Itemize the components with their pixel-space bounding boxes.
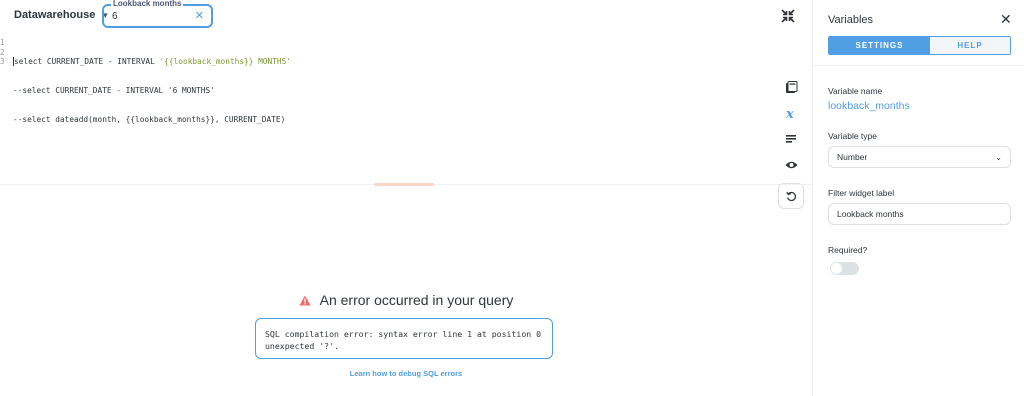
line-number: 2 (0, 47, 5, 57)
line-number: 1 (0, 38, 5, 47)
warning-icon (299, 295, 311, 305)
variable-filter-value[interactable]: 6 (112, 11, 118, 22)
error-message: SQL compilation error: syntax error line… (255, 318, 553, 359)
database-name: Datawarehouse (14, 9, 96, 21)
error-title: An error occurred in your query (319, 292, 514, 308)
sql-editor[interactable]: 1 2 3 select CURRENT_DATE - INTERVAL '{{… (0, 34, 812, 209)
code-string: '{{lookback_months}} MONTHS' (159, 57, 291, 67)
variables-icon[interactable]: x (778, 100, 804, 126)
chevron-down-icon: ⌄ (995, 152, 1002, 162)
variable-name-label: Variable name (828, 86, 883, 96)
collapse-editor-icon[interactable] (780, 8, 796, 24)
preview-eye-icon[interactable] (778, 152, 804, 178)
sidebar-title: Variables (828, 14, 874, 26)
variable-filter-widget[interactable]: Lookback months 6 ✕ (102, 0, 213, 28)
variable-name-value: lookback_months (828, 100, 910, 112)
data-reference-icon[interactable] (778, 74, 804, 100)
code-line: --select CURRENT_DATE - INTERVAL '6 MONT… (13, 86, 291, 96)
code-text: --select dateadd(month, {{lookback_month… (13, 114, 286, 124)
tab-settings[interactable]: SETTINGS (829, 37, 930, 54)
sidebar-divider (813, 65, 1024, 66)
error-heading: An error occurred in your query (0, 292, 812, 308)
svg-text:x: x (785, 107, 794, 120)
required-toggle[interactable] (830, 262, 859, 275)
tab-help[interactable]: HELP (930, 37, 1010, 54)
code-text: --select CURRENT_DATE - INTERVAL '6 MONT… (13, 85, 215, 95)
line-number: 3 (0, 57, 5, 67)
variables-sidebar: Variables ✕ SETTINGS HELP Variable name … (812, 0, 1024, 396)
debug-sql-link[interactable]: Learn how to debug SQL errors (0, 369, 812, 378)
code-text: select CURRENT_DATE - INTERVAL (14, 57, 160, 67)
close-icon[interactable]: ✕ (1000, 12, 1012, 26)
query-toolbar: Datawarehouse ▼ Lookback months 6 ✕ (0, 0, 812, 34)
filter-widget-label-label: Filter widget label (828, 188, 895, 198)
clear-icon[interactable]: ✕ (195, 9, 204, 22)
rerun-query-icon[interactable] (778, 183, 804, 209)
sidebar-tabs: SETTINGS HELP (828, 36, 1011, 55)
required-label: Required? (828, 245, 868, 255)
line-numbers: 1 2 3 (0, 38, 8, 67)
filter-widget-label-input[interactable] (828, 203, 1011, 225)
code-line: select CURRENT_DATE - INTERVAL '{{lookba… (13, 57, 291, 67)
variable-filter-label: Lookback months (111, 0, 184, 9)
variable-type-select[interactable]: Number ⌄ (828, 146, 1011, 168)
code-line: --select dateadd(month, {{lookback_month… (13, 115, 291, 125)
code-area[interactable]: select CURRENT_DATE - INTERVAL '{{lookba… (13, 38, 291, 144)
database-picker[interactable]: Datawarehouse ▼ (14, 9, 109, 21)
variable-type-value: Number (837, 152, 868, 162)
snippets-icon[interactable] (778, 126, 804, 152)
editor-resize-handle[interactable] (374, 183, 434, 186)
variable-type-label: Variable type (828, 131, 877, 141)
toggle-knob (831, 263, 842, 274)
